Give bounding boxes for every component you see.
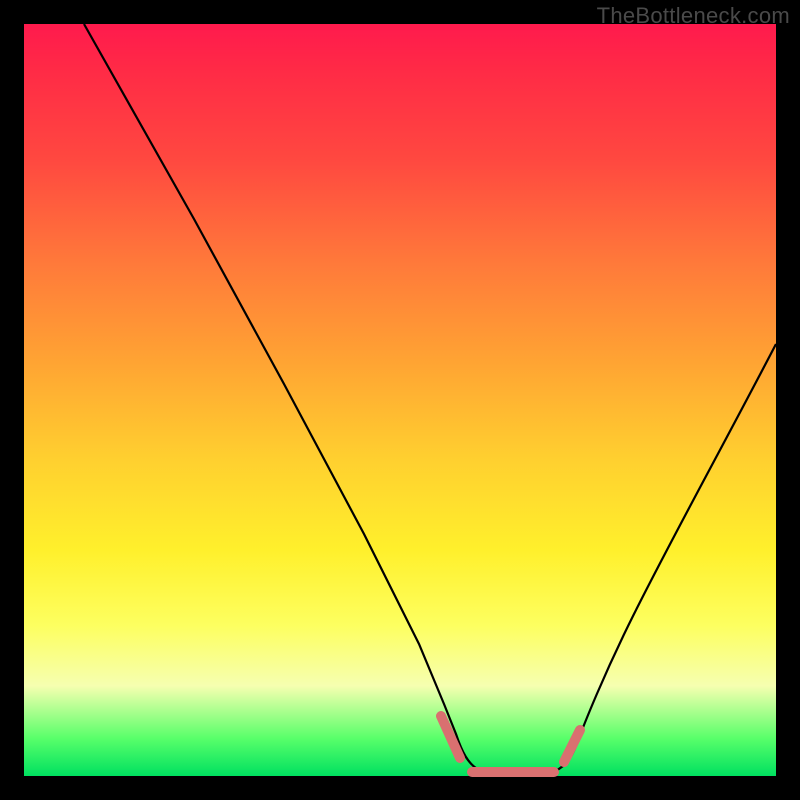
plot-area — [24, 24, 776, 776]
trough-marker-right — [564, 730, 580, 762]
bottleneck-curve-svg — [24, 24, 776, 776]
bottleneck-curve — [84, 24, 776, 774]
chart-frame: TheBottleneck.com — [0, 0, 800, 800]
